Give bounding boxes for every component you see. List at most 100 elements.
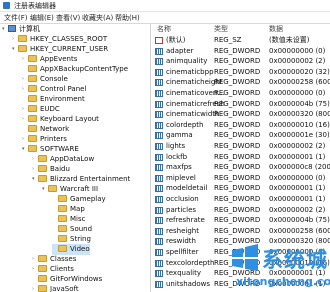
value-row[interactable]: lights REG_DWORD 0x00000002 (2) — [151, 141, 330, 152]
menu-help[interactable]: 帮助(H) — [115, 13, 140, 23]
value-name: colordepth — [166, 120, 204, 129]
value-type: REG_DWORD — [214, 226, 261, 235]
folder-icon — [38, 154, 47, 162]
column-header-data[interactable]: 数据 — [269, 24, 283, 35]
value-type: REG_DWORD — [214, 184, 261, 193]
value-row[interactable]: adapter REG_DWORD 0x00000000 (0) — [151, 46, 330, 57]
value-type: REG_DWORD — [214, 57, 261, 66]
tree-node-label: Video — [70, 245, 90, 253]
value-type: REG_DWORD — [214, 99, 261, 108]
folder-icon — [58, 224, 67, 232]
value-type: REG_DWORD — [214, 67, 261, 76]
value-row[interactable]: occlusion REG_DWORD 0x00000001 (1) — [151, 194, 330, 205]
value-data: 0x00000320 (800) — [269, 110, 330, 119]
tree-node[interactable]: › JavaSoft — [32, 284, 79, 292]
value-name: spellfilter — [166, 248, 199, 256]
value-data: 0x00000001 (1) — [269, 195, 326, 203]
menu-favorites[interactable]: 收藏夹(A) — [82, 13, 113, 23]
folder-icon — [38, 284, 47, 292]
binary-value-icon — [155, 121, 163, 129]
tree-node-label: Printers — [40, 135, 67, 143]
value-type: REG_DWORD — [214, 120, 261, 129]
value-data: 0x00000258 (600) — [269, 226, 330, 235]
folder-icon — [28, 84, 37, 92]
binary-value-icon — [155, 132, 163, 140]
folder-icon — [38, 264, 47, 272]
folder-icon — [58, 244, 67, 252]
tree-node-label: GitForWindows — [50, 275, 103, 283]
watermark-text: 系统城 — [262, 248, 328, 272]
binary-value-icon — [155, 270, 163, 278]
registry-tree[interactable]: ▾ 计算机 › HKEY_CLASSES_ROOT ▾ HKEY_CURRENT_USER… — [0, 24, 151, 292]
folder-icon — [58, 234, 67, 242]
tree-node-label: AppXBackupContentType — [40, 65, 129, 73]
value-row[interactable]: miplevel REG_DWORD 0x00000000 (0) — [151, 173, 330, 184]
folder-icon — [58, 194, 67, 202]
value-row[interactable]: gamma REG_DWORD 0x0000001e (30) — [151, 130, 330, 141]
value-row[interactable]: cinematicheight REG_DWORD 0x00000258 (600) — [151, 77, 330, 88]
value-row[interactable]: modeldetail REG_DWORD 0x00000001 (1) — [151, 183, 330, 194]
value-row[interactable]: refreshrate REG_DWORD 0x0000004b (75) — [151, 215, 330, 226]
value-data: 0x00000002 (2) — [269, 205, 326, 214]
value-data: 0x00000000 (0) — [269, 89, 326, 97]
tree-node-label: HKEY_CURRENT_USER — [30, 45, 109, 53]
value-name: refreshrate — [166, 216, 205, 225]
binary-value-icon — [155, 47, 163, 55]
column-header-name[interactable]: 名称 — [157, 24, 171, 35]
value-row[interactable]: cinematicwidth REG_DWORD 0x00000320 (800) — [151, 109, 330, 120]
value-row[interactable]: colordepth REG_DWORD 0x00000010 (16) — [151, 120, 330, 131]
tree-node-label: Sound — [70, 225, 93, 233]
value-row[interactable]: resheight REG_DWORD 0x00000258 (600) — [151, 226, 330, 237]
binary-value-icon — [155, 111, 163, 119]
value-row[interactable]: animquality REG_DWORD 0x00000002 (2) — [151, 56, 330, 67]
menu-view[interactable]: 查看(V) — [56, 13, 80, 23]
value-row[interactable]: maxfps REG_DWORD 0x000000c8 (200) — [151, 162, 330, 173]
value-data: 0x00000020 (32) — [269, 67, 330, 76]
folder-icon — [28, 104, 37, 112]
binary-value-icon — [155, 280, 163, 288]
value-name: maxfps — [166, 163, 192, 172]
folder-icon — [28, 114, 37, 122]
tree-node-label: Blizzard Entertainment — [50, 175, 131, 183]
menu-file[interactable]: 文件(F) — [4, 13, 28, 23]
value-type: REG_DWORD — [214, 110, 261, 119]
value-data: 0x00000001 (1) — [269, 184, 326, 193]
value-data: (数值未设置) — [269, 36, 310, 44]
menu-edit[interactable]: 编辑(E) — [30, 13, 54, 23]
value-type: REG_DWORD — [214, 131, 261, 140]
value-name: unitshadows — [166, 279, 211, 288]
folder-icon — [48, 184, 57, 192]
value-row[interactable]: cinematicbpp REG_DWORD 0x00000020 (32) — [151, 67, 330, 78]
value-data: 0x0000004b (75) — [269, 99, 330, 108]
value-data: 0x000000c8 (200) — [269, 163, 330, 172]
windows-logo-icon — [232, 244, 258, 271]
computer-icon — [8, 24, 16, 32]
tree-node-label: Control Panel — [40, 85, 87, 93]
value-name: texquality — [166, 269, 202, 278]
tree-node-label: Environment — [40, 95, 85, 103]
value-type: REG_DWORD — [214, 216, 261, 225]
value-data: 0x0000004b (75) — [269, 216, 330, 225]
binary-value-icon — [155, 143, 163, 150]
value-name: (默认) — [166, 36, 186, 44]
tree-node-label: 计算机 — [19, 25, 40, 33]
value-name: cinematicwidth — [166, 110, 220, 119]
tree-node-label: AppDataLow — [50, 155, 95, 163]
value-type: REG_DWORD — [214, 205, 261, 214]
binary-value-icon — [155, 249, 163, 256]
value-row[interactable]: cinematicoverr... REG_DWORD 0x00000000 (0) — [151, 88, 330, 99]
value-row[interactable]: lockfb REG_DWORD 0x00000001 (1) — [151, 152, 330, 163]
value-type: REG_DWORD — [214, 195, 261, 203]
tree-node-label: EUDC — [40, 105, 60, 113]
binary-value-icon — [155, 196, 163, 203]
value-row[interactable]: particles REG_DWORD 0x00000002 (2) — [151, 205, 330, 216]
binary-value-icon — [155, 164, 163, 172]
binary-value-icon — [155, 238, 163, 246]
watermark: 系统城 xitongcheng.com — [228, 240, 330, 292]
value-row[interactable]: (默认) REG_SZ (数值未设置) — [151, 35, 330, 46]
value-row[interactable]: cinematicrefresh REG_DWORD 0x0000004b (75) — [151, 99, 330, 110]
column-header-type[interactable]: 类型 — [214, 24, 228, 35]
binary-value-icon — [155, 259, 163, 267]
tree-node-label: Map — [70, 205, 85, 213]
tree-node-label: HKEY_CLASSES_ROOT — [30, 35, 108, 43]
